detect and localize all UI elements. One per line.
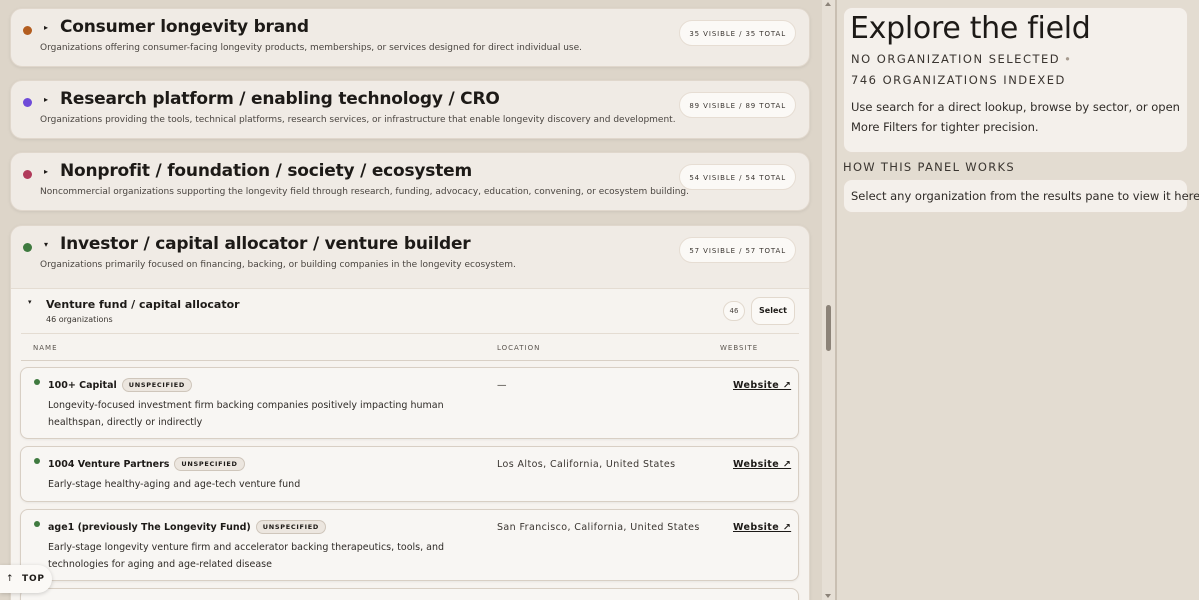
caret-down-icon[interactable]: ▾	[44, 240, 48, 249]
subgroup-count-text: 46 organizations	[46, 315, 113, 324]
group-description: Organizations providing the tools, techn…	[40, 115, 676, 125]
group-count-badge: 54 VISIBLE / 54 TOTAL	[679, 164, 796, 190]
group-count-badge: 89 VISIBLE / 89 TOTAL	[679, 92, 796, 118]
org-name: 100+ Capital UNSPECIFIED	[48, 378, 192, 392]
caret-right-icon[interactable]: ▸	[44, 167, 48, 176]
group-color-dot	[23, 98, 32, 107]
caret-right-icon[interactable]: ▸	[44, 23, 48, 32]
group-nonprofit-foundation[interactable]: ▸ Nonprofit / foundation / society / eco…	[10, 152, 810, 211]
results-scrollbar[interactable]	[822, 0, 835, 600]
scrollbar-thumb[interactable]	[826, 305, 831, 351]
status-dot	[34, 458, 40, 464]
website-link[interactable]: Website ↗	[733, 522, 791, 533]
table-row[interactable]: age1 (previously The Longevity Fund) UNSP…	[20, 509, 799, 581]
panel-help-text: Select any organization from the results…	[851, 189, 1199, 203]
group-count-badge: 35 VISIBLE / 35 TOTAL	[679, 20, 796, 46]
group-color-dot	[23, 243, 32, 252]
website-link[interactable]: Website ↗	[733, 459, 791, 470]
org-name: 1004 Venture Partners UNSPECIFIED	[48, 457, 245, 471]
subgroup-count-badge: 46	[723, 301, 745, 321]
explore-card: Explore the field NO ORGANIZATION SELECT…	[843, 7, 1188, 153]
unspecified-badge: UNSPECIFIED	[121, 378, 192, 392]
bullet-dot: •	[1064, 52, 1073, 66]
scroll-up-icon[interactable]	[825, 2, 831, 6]
org-description: Early-stage healthy-aging and age-tech v…	[48, 479, 301, 490]
results-pane: ▸ Consumer longevity brand Organizations…	[0, 0, 822, 600]
column-header-name: NAME	[33, 344, 58, 352]
status-dot	[34, 379, 40, 385]
caret-right-icon[interactable]: ▸	[44, 95, 48, 104]
arrow-up-icon: ↑	[6, 574, 15, 584]
table-header: NAME LOCATION WEBSITE	[21, 333, 799, 361]
back-to-top-button[interactable]: ↑ TOP	[0, 565, 52, 593]
group-description: Organizations primarily focused on finan…	[40, 260, 516, 270]
group-title: Consumer longevity brand	[60, 17, 309, 37]
group-count-badge: 57 VISIBLE / 57 TOTAL	[679, 237, 796, 263]
org-location: Los Altos, California, United States	[497, 459, 676, 470]
group-title: Investor / capital allocator / venture b…	[60, 234, 471, 254]
select-button[interactable]: Select	[751, 297, 795, 325]
group-research-platform[interactable]: ▸ Research platform / enabling technolog…	[10, 80, 810, 139]
status-dot	[34, 521, 40, 527]
group-description: Noncommercial organizations supporting t…	[40, 187, 689, 197]
column-header-location: LOCATION	[497, 344, 541, 352]
org-location: San Francisco, California, United States	[497, 522, 700, 533]
group-consumer-longevity-brand[interactable]: ▸ Consumer longevity brand Organizations…	[10, 8, 810, 67]
org-description: Longevity-focused investment firm backin…	[48, 400, 444, 428]
org-description: Early-stage longevity venture firm and a…	[48, 542, 445, 570]
indexed-count: 746 ORGANIZATIONS INDEXED	[851, 73, 1066, 87]
org-name: age1 (previously The Longevity Fund) UNSP…	[48, 520, 326, 534]
table-row[interactable]	[20, 588, 799, 600]
website-link[interactable]: Website ↗	[733, 380, 791, 391]
column-header-website: WEBSITE	[720, 344, 759, 352]
table-row[interactable]: 1004 Venture Partners UNSPECIFIED Early-s…	[20, 446, 799, 502]
detail-panel: Explore the field NO ORGANIZATION SELECT…	[837, 0, 1199, 600]
group-description: Organizations offering consumer-facing l…	[40, 43, 582, 53]
unspecified-badge: UNSPECIFIED	[255, 520, 326, 534]
explore-help-text: Use search for a direct lookup, browse b…	[851, 100, 1180, 134]
caret-down-icon[interactable]: ▾	[28, 298, 32, 306]
selection-status: NO ORGANIZATION SELECTED •	[851, 52, 1073, 66]
table-row[interactable]: 100+ Capital UNSPECIFIED Longevity-focuse…	[20, 367, 799, 439]
scroll-down-icon[interactable]	[825, 594, 831, 598]
group-title: Nonprofit / foundation / society / ecosy…	[60, 161, 472, 181]
subgroup-title[interactable]: Venture fund / capital allocator	[46, 298, 240, 311]
group-color-dot	[23, 26, 32, 35]
panel-title: Explore the field	[850, 11, 1091, 46]
org-location: —	[497, 380, 507, 391]
group-title: Research platform / enabling technology …	[60, 89, 500, 109]
unspecified-badge: UNSPECIFIED	[174, 457, 245, 471]
back-to-top-label: TOP	[22, 574, 45, 584]
panel-help-heading: HOW THIS PANEL WORKS	[843, 160, 1015, 174]
panel-help-card: Select any organization from the results…	[843, 179, 1199, 213]
group-color-dot	[23, 170, 32, 179]
